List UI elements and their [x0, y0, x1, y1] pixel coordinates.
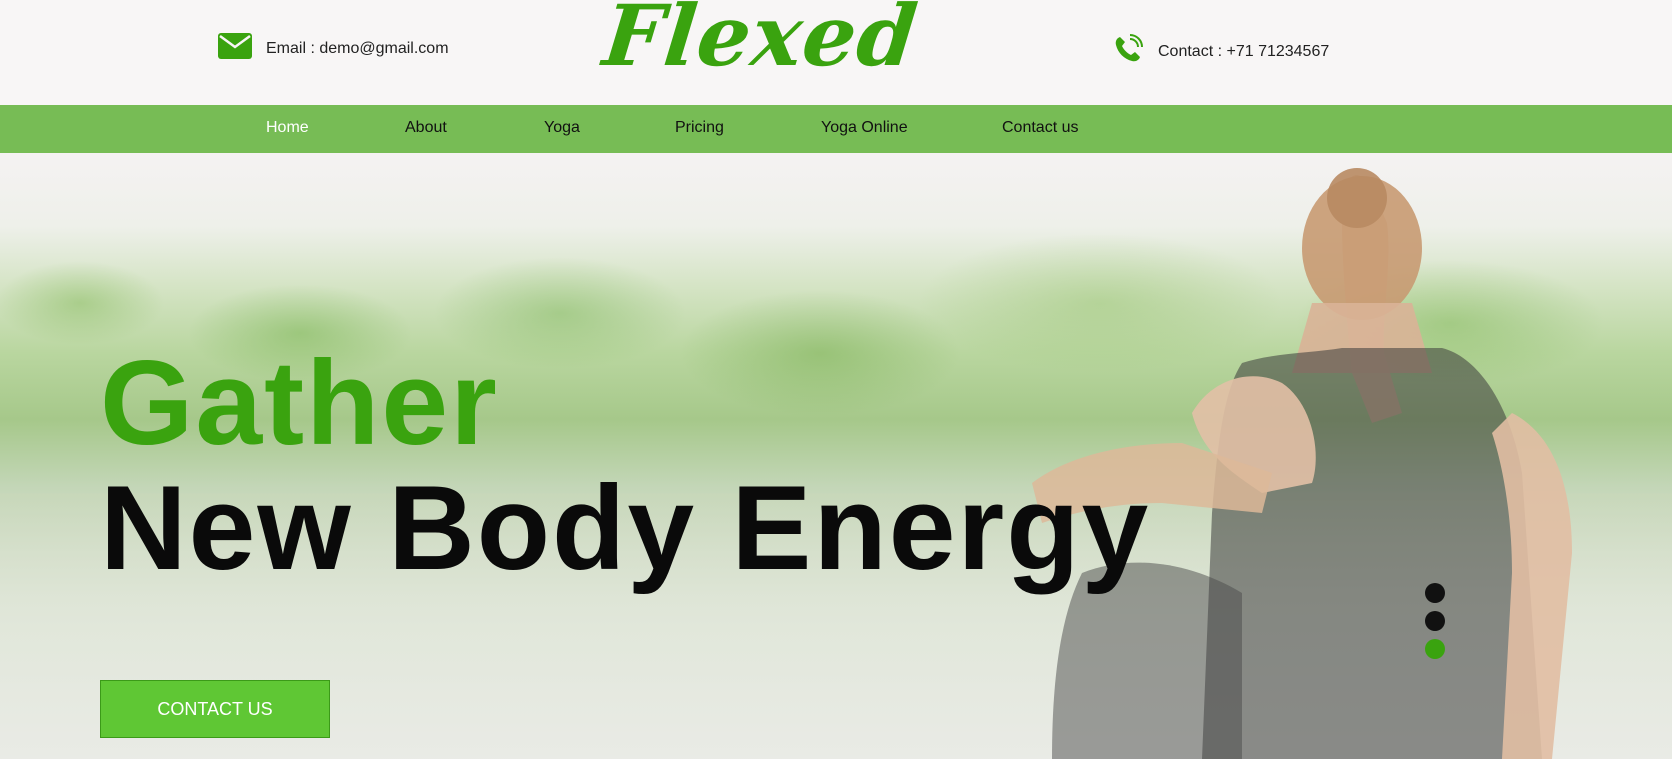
slider-dots: [1425, 583, 1445, 659]
slider-dot-3[interactable]: [1425, 639, 1445, 659]
main-nav: Home About Yoga Pricing Yoga Online Cont…: [0, 105, 1672, 153]
contact-us-button[interactable]: CONTACT US: [100, 680, 330, 738]
phone-icon: [1112, 33, 1144, 70]
nav-item-home[interactable]: Home: [266, 119, 309, 137]
hero-headline-main: New Body Energy: [100, 461, 1151, 595]
nav-item-about[interactable]: About: [405, 119, 447, 137]
email-contact[interactable]: Email : demo@gmail.com: [218, 33, 449, 64]
nav-item-pricing[interactable]: Pricing: [675, 119, 724, 137]
nav-item-contact-us[interactable]: Contact us: [1002, 119, 1078, 137]
slider-dot-2[interactable]: [1425, 611, 1445, 631]
phone-text: Contact : +71 71234567: [1158, 42, 1330, 60]
envelope-icon: [218, 33, 252, 64]
phone-contact[interactable]: Contact : +71 71234567: [1112, 33, 1329, 70]
nav-item-yoga[interactable]: Yoga: [544, 119, 580, 137]
slider-dot-1[interactable]: [1425, 583, 1445, 603]
hero-banner: Gather New Body Energy CONTACT US: [0, 153, 1672, 759]
hero-headline-accent: Gather: [100, 336, 499, 470]
email-text: Email : demo@gmail.com: [266, 39, 449, 57]
site-logo[interactable]: Flexed: [599, 0, 923, 85]
nav-item-yoga-online[interactable]: Yoga Online: [821, 119, 908, 137]
top-header: Email : demo@gmail.com Flexed Contact : …: [0, 0, 1672, 105]
yoga-woman-image: [1032, 168, 1572, 759]
